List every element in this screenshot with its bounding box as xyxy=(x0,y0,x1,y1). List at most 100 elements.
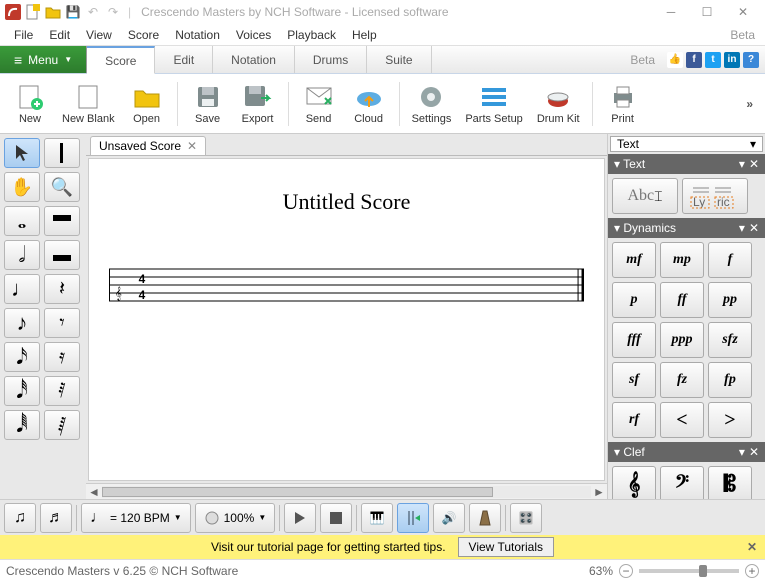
dyn-cresc[interactable]: < xyxy=(660,402,704,438)
tab-notation[interactable]: Notation xyxy=(213,46,295,73)
send-button[interactable]: Send xyxy=(295,77,343,131)
undo-icon[interactable]: ↶ xyxy=(84,3,102,21)
dyn-f[interactable]: f xyxy=(708,242,752,278)
dyn-fff[interactable]: fff xyxy=(612,322,656,358)
quarter-rest-tool[interactable]: 𝄽 xyxy=(44,274,80,304)
new-blank-button[interactable]: New Blank xyxy=(56,77,121,131)
zoom-box[interactable]: 100% ▼ xyxy=(195,503,276,533)
thirtysecond-note-tool[interactable]: 𝅘𝅥𝅰 xyxy=(4,376,40,406)
midi-button[interactable]: 🎛️ xyxy=(510,503,542,533)
ribbon-overflow-icon[interactable]: » xyxy=(740,97,759,111)
triplet-tool[interactable]: ♫ xyxy=(4,503,36,533)
facebook-icon[interactable]: f xyxy=(686,52,702,68)
menu-help[interactable]: Help xyxy=(344,26,385,44)
close-tab-icon[interactable]: ✕ xyxy=(187,139,197,153)
close-tutorial-icon[interactable]: ✕ xyxy=(747,540,757,554)
thirtysecond-rest-tool[interactable]: 𝅀 xyxy=(44,376,80,406)
menu-button[interactable]: ≡ Menu ▼ xyxy=(0,46,87,73)
scroll-right-icon[interactable]: ► xyxy=(591,485,607,499)
dyn-p[interactable]: p xyxy=(612,282,656,318)
cloud-button[interactable]: Cloud xyxy=(345,77,393,131)
dyn-ff[interactable]: ff xyxy=(660,282,704,318)
export-button[interactable]: Export xyxy=(234,77,282,131)
lyric-tool[interactable]: Lyric xyxy=(682,178,748,214)
section-dynamics-header[interactable]: ▾ Dynamics ▾✕ xyxy=(608,218,765,238)
metronome-button[interactable] xyxy=(469,503,501,533)
save-icon[interactable]: 💾 xyxy=(64,3,82,21)
clef-bass[interactable]: 𝄢 xyxy=(660,466,704,502)
tab-suite[interactable]: Suite xyxy=(367,46,431,73)
drum-kit-button[interactable]: Drum Kit xyxy=(531,77,586,131)
dyn-fp[interactable]: fp xyxy=(708,362,752,398)
whole-rest-tool[interactable] xyxy=(44,206,80,236)
half-rest-tool[interactable] xyxy=(44,240,80,270)
menu-view[interactable]: View xyxy=(78,26,120,44)
dyn-fz[interactable]: fz xyxy=(660,362,704,398)
tab-score[interactable]: Score xyxy=(87,46,155,74)
dyn-sfz[interactable]: sfz xyxy=(708,322,752,358)
menu-playback[interactable]: Playback xyxy=(279,26,344,44)
beam-tool[interactable]: ♬ xyxy=(40,503,72,533)
dyn-pp[interactable]: pp xyxy=(708,282,752,318)
open-folder-icon[interactable] xyxy=(44,3,62,21)
close-button[interactable]: ✕ xyxy=(725,0,761,24)
sixtyfourth-note-tool[interactable]: 𝅘𝅥𝅱 xyxy=(4,410,40,440)
instrument-button[interactable]: 🎹 xyxy=(361,503,393,533)
pointer-tool[interactable] xyxy=(4,138,40,168)
barline-tool[interactable] xyxy=(44,138,80,168)
clef-treble[interactable]: 𝄞 xyxy=(612,466,656,502)
save-button[interactable]: Save xyxy=(184,77,232,131)
palette-dropdown[interactable]: Text▾ xyxy=(610,136,763,152)
sixteenth-rest-tool[interactable]: 𝄿 xyxy=(44,342,80,372)
tempo-box[interactable]: ♩ = 120 BPM ▼ xyxy=(81,503,191,533)
playback-cursor-button[interactable] xyxy=(397,503,429,533)
dyn-mf[interactable]: mf xyxy=(612,242,656,278)
parts-setup-button[interactable]: Parts Setup xyxy=(459,77,528,131)
triangle-icon[interactable]: ▾ xyxy=(739,157,745,171)
dyn-decresc[interactable]: > xyxy=(708,402,752,438)
menu-file[interactable]: File xyxy=(6,26,41,44)
view-tutorials-button[interactable]: View Tutorials xyxy=(458,537,554,557)
scroll-left-icon[interactable]: ◄ xyxy=(86,485,102,499)
thumbs-up-icon[interactable]: 👍 xyxy=(667,52,683,68)
minimize-button[interactable]: ─ xyxy=(653,0,689,24)
new-button[interactable]: New xyxy=(6,77,54,131)
stop-button[interactable] xyxy=(320,503,352,533)
redo-icon[interactable]: ↷ xyxy=(104,3,122,21)
open-button[interactable]: Open xyxy=(123,77,171,131)
help-icon[interactable]: ? xyxy=(743,52,759,68)
clef-alto[interactable]: 𝄡 xyxy=(708,466,752,502)
horizontal-scrollbar[interactable]: ◄ ► xyxy=(86,483,607,499)
close-section-icon[interactable]: ✕ xyxy=(749,157,759,171)
menu-notation[interactable]: Notation xyxy=(167,26,228,44)
print-button[interactable]: Print xyxy=(599,77,647,131)
twitter-icon[interactable]: t xyxy=(705,52,721,68)
quarter-note-tool[interactable]: ♩ xyxy=(4,274,40,304)
dyn-sf[interactable]: sf xyxy=(612,362,656,398)
new-doc-icon[interactable] xyxy=(24,3,42,21)
play-button[interactable] xyxy=(284,503,316,533)
text-tool[interactable]: Abc⌶ xyxy=(612,178,678,214)
section-clef-header[interactable]: ▾ Clef ▾✕ xyxy=(608,442,765,462)
dyn-mp[interactable]: mp xyxy=(660,242,704,278)
score-canvas[interactable]: Untitled Score 𝄞 4 4 xyxy=(88,158,605,481)
volume-button[interactable]: 🔊 xyxy=(433,503,465,533)
zoom-slider[interactable] xyxy=(639,569,739,573)
menu-score[interactable]: Score xyxy=(120,26,167,44)
tab-edit[interactable]: Edit xyxy=(155,46,213,73)
hand-tool[interactable]: ✋ xyxy=(4,172,40,202)
sixteenth-note-tool[interactable]: 𝅘𝅥𝅯 xyxy=(4,342,40,372)
dyn-ppp[interactable]: ppp xyxy=(660,322,704,358)
zoom-in-icon[interactable]: + xyxy=(745,564,759,578)
half-note-tool[interactable]: 𝅗𝅥 xyxy=(4,240,40,270)
maximize-button[interactable]: ☐ xyxy=(689,0,725,24)
dyn-rf[interactable]: rf xyxy=(612,402,656,438)
tab-drums[interactable]: Drums xyxy=(295,46,367,73)
menu-edit[interactable]: Edit xyxy=(41,26,78,44)
settings-button[interactable]: Settings xyxy=(406,77,458,131)
linkedin-icon[interactable]: in xyxy=(724,52,740,68)
zoom-tool[interactable]: 🔍 xyxy=(44,172,80,202)
zoom-out-icon[interactable]: − xyxy=(619,564,633,578)
section-text-header[interactable]: ▾ Text ▾✕ xyxy=(608,154,765,174)
sixtyfourth-rest-tool[interactable]: 𝅁 xyxy=(44,410,80,440)
